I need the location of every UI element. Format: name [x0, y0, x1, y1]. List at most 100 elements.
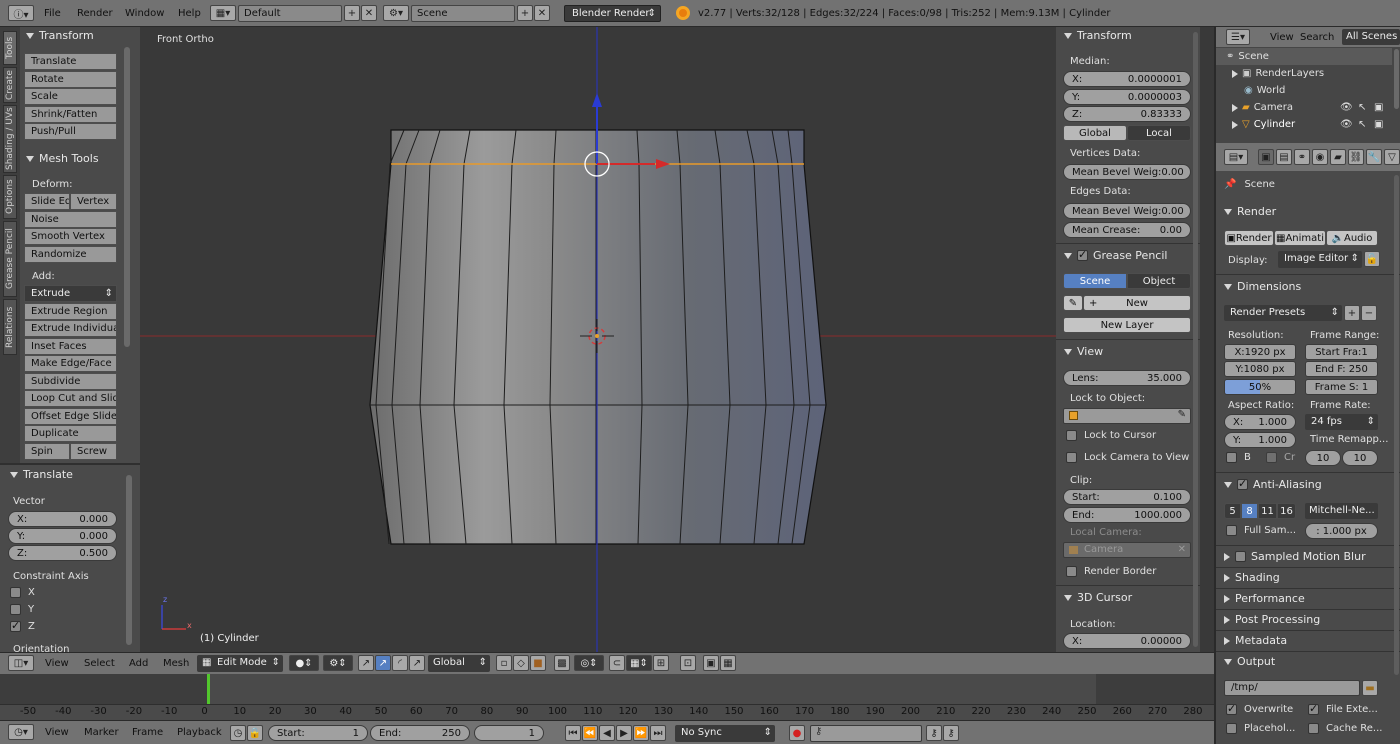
- lock-to-cursor-checkbox[interactable]: Lock to Cursor: [1066, 430, 1156, 441]
- n-transform-header[interactable]: Transform: [1064, 29, 1132, 42]
- play-reverse-icon[interactable]: ◀: [599, 725, 615, 741]
- gp-object-toggle[interactable]: Object: [1127, 273, 1191, 289]
- tab-tools[interactable]: Tools: [3, 31, 17, 65]
- manipulator-toggle-icon[interactable]: ↗: [358, 655, 374, 671]
- resolution-percent-slider[interactable]: 50%: [1224, 379, 1296, 395]
- aa-samples-16[interactable]: 16: [1277, 503, 1296, 519]
- snap-target-icon[interactable]: ⊞: [653, 655, 669, 671]
- output-header[interactable]: Output: [1224, 655, 1275, 668]
- folder-icon[interactable]: ▬: [1362, 680, 1378, 696]
- add-scene-icon[interactable]: +: [517, 5, 533, 21]
- menu-file[interactable]: File: [44, 8, 61, 19]
- render-still-icon[interactable]: ▣: [703, 655, 719, 671]
- resolution-y-field[interactable]: Y:1080 px: [1224, 361, 1296, 377]
- vector-y-field[interactable]: Y: 0.000: [8, 528, 117, 544]
- occlude-geometry-icon[interactable]: ▩: [554, 655, 570, 671]
- current-frame-field[interactable]: 1: [474, 725, 544, 741]
- anti-aliasing-header[interactable]: Anti-Aliasing: [1224, 477, 1322, 491]
- median-x-field[interactable]: X: 0.0000001: [1063, 71, 1191, 87]
- outliner-row-scene[interactable]: ⚭ Scene: [1216, 48, 1392, 65]
- remove-preset-icon[interactable]: −: [1361, 305, 1377, 321]
- aa-samples-11[interactable]: 11: [1258, 503, 1277, 519]
- tab-shading-uvs[interactable]: Shading / UVs: [3, 105, 17, 173]
- global-toggle[interactable]: Global: [1063, 125, 1127, 141]
- frame-end-field[interactable]: End: 250: [370, 725, 470, 741]
- cache-result-checkbox[interactable]: Cache Re...: [1308, 723, 1382, 734]
- transform-orientation-select[interactable]: Global ⇕: [428, 655, 490, 672]
- timeline[interactable]: -50 -40 -30 -20 -10 0 10 20 30 40 50 60 70 80 90 100 110…: [0, 674, 1214, 720]
- lens-field[interactable]: Lens: 35.000: [1063, 370, 1191, 386]
- remove-layout-icon[interactable]: ✕: [361, 5, 377, 21]
- rotate-button[interactable]: Rotate: [24, 71, 117, 88]
- render-tab-icon[interactable]: ▣: [1258, 149, 1274, 165]
- cursor-select-icon[interactable]: ↖: [1358, 102, 1366, 113]
- shading-header[interactable]: Shading: [1224, 571, 1280, 584]
- scene-field[interactable]: Scene: [411, 5, 515, 22]
- metadata-header[interactable]: Metadata: [1224, 634, 1287, 647]
- render-opengl-icon[interactable]: ⊡: [680, 655, 696, 671]
- viewport-shading-icon[interactable]: ●⇕: [289, 655, 319, 671]
- duplicate-button[interactable]: Duplicate: [24, 425, 117, 442]
- eyedropper-icon[interactable]: ✎: [1178, 409, 1186, 420]
- lock-interface-icon[interactable]: 🔓: [1364, 251, 1380, 267]
- gp-scene-toggle[interactable]: Scene: [1063, 273, 1127, 289]
- expand-icon[interactable]: [1232, 120, 1238, 129]
- scale-button[interactable]: Scale: [24, 88, 117, 105]
- tab-options[interactable]: Options: [3, 175, 17, 219]
- aspect-y-field[interactable]: Y: 1.000: [1224, 432, 1296, 448]
- proportional-edit-icon[interactable]: ◎⇕: [574, 655, 604, 671]
- cursor-select-icon[interactable]: ↖: [1358, 119, 1366, 130]
- render-panel-header[interactable]: Render: [1224, 205, 1276, 218]
- timeline-menu-playback[interactable]: Playback: [177, 727, 222, 738]
- start-frame-field[interactable]: Start Fra:1: [1305, 344, 1378, 360]
- subdivide-button[interactable]: Subdivide: [24, 373, 117, 390]
- gp-pencil-icon[interactable]: ✎: [1063, 295, 1083, 311]
- snap-element-icon[interactable]: ▦⇕: [626, 655, 652, 671]
- file-extensions-checkbox[interactable]: File Exte...: [1308, 702, 1378, 715]
- outliner-row-renderlayers[interactable]: ▣ RenderLayers: [1216, 65, 1392, 82]
- expand-icon[interactable]: [1232, 103, 1238, 112]
- inset-faces-button[interactable]: Inset Faces: [24, 338, 117, 355]
- spin-button[interactable]: Spin: [24, 443, 70, 460]
- frame-step-field[interactable]: Frame S: 1: [1305, 379, 1378, 395]
- render-anim-icon[interactable]: ▦: [720, 655, 736, 671]
- translate-button[interactable]: Translate: [24, 53, 117, 70]
- mean-bevel-vert-field[interactable]: Mean Bevel Weig: 0.00: [1063, 164, 1191, 180]
- outliner-search-menu[interactable]: Search: [1300, 32, 1334, 43]
- resolution-x-field[interactable]: X:1920 px: [1224, 344, 1296, 360]
- audio-button[interactable]: 🔈 Audio: [1326, 230, 1378, 246]
- performance-header[interactable]: Performance: [1224, 592, 1305, 605]
- gp-new-button[interactable]: + New: [1083, 295, 1191, 311]
- crop-checkbox[interactable]: Cr: [1266, 452, 1295, 463]
- view-panel-header[interactable]: View: [1064, 345, 1103, 358]
- aspect-x-field[interactable]: X: 1.000: [1224, 414, 1296, 430]
- constraint-x-checkbox[interactable]: X: [10, 587, 35, 598]
- view3d-editor-icon[interactable]: ◫▾: [8, 655, 34, 671]
- view3d-menu-mesh[interactable]: Mesh: [163, 658, 189, 669]
- local-camera-field[interactable]: Camera ✕: [1063, 542, 1191, 558]
- new-layer-button[interactable]: New Layer: [1063, 317, 1191, 333]
- overwrite-checkbox[interactable]: Overwrite: [1226, 702, 1293, 715]
- transform-panel-header[interactable]: Transform: [26, 29, 94, 42]
- magnet-icon[interactable]: ⊂: [609, 655, 625, 671]
- screw-button[interactable]: Screw: [70, 443, 117, 460]
- render-icon[interactable]: ▣: [1374, 119, 1383, 130]
- motion-blur-header[interactable]: Sampled Motion Blur: [1224, 550, 1366, 563]
- local-toggle[interactable]: Local: [1127, 125, 1191, 141]
- pin-icon[interactable]: 📌: [1224, 179, 1236, 190]
- lock-object-field[interactable]: ✎: [1063, 408, 1191, 424]
- screen-layout-icon[interactable]: ▦▾: [210, 5, 236, 21]
- view3d-menu-select[interactable]: Select: [84, 658, 115, 669]
- timeline-menu-view[interactable]: View: [45, 727, 69, 738]
- outliner-row-world[interactable]: ◉ World: [1216, 82, 1392, 99]
- outliner-editor-icon[interactable]: ☰▾: [1226, 29, 1250, 45]
- display-select[interactable]: Image Editor ⇕: [1278, 251, 1362, 268]
- render-presets-select[interactable]: Render Presets ⇕: [1224, 305, 1342, 321]
- loop-cut-button[interactable]: Loop Cut and Slide: [24, 390, 117, 407]
- timeline-menu-frame[interactable]: Frame: [132, 727, 163, 738]
- rotate-manipulator-icon[interactable]: ◜: [392, 655, 408, 671]
- vector-z-field[interactable]: Z: 0.500: [8, 545, 117, 561]
- insert-keyframe-icon[interactable]: ⚷: [926, 725, 942, 741]
- tool-shelf-scrollbar[interactable]: [124, 47, 130, 347]
- clip-start-field[interactable]: Start: 0.100: [1063, 489, 1191, 505]
